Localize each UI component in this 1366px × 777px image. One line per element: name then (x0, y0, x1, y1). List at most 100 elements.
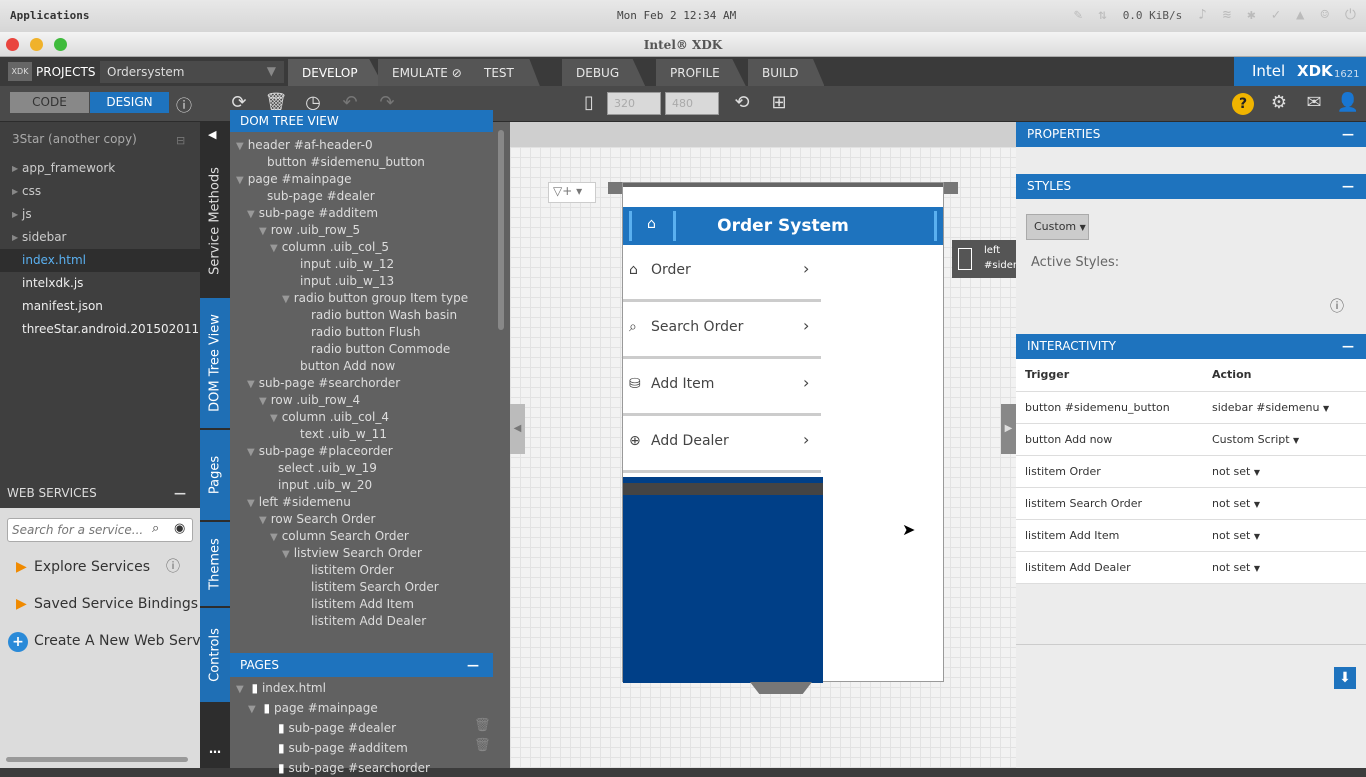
interactivity-header[interactable]: INTERACTIVITY — (1016, 334, 1366, 359)
action-select[interactable]: sidebar #sidemenu ▼ (1212, 392, 1329, 425)
clock[interactable]: Mon Feb 2 12:34 AM (617, 9, 736, 22)
collapse-minus-icon[interactable]: — (1342, 174, 1354, 199)
search-icon[interactable]: ⌕ (152, 521, 159, 536)
dom-node[interactable]: ▼ sub-page #searchorder (247, 375, 400, 392)
eye-icon[interactable]: ◉ (174, 521, 185, 536)
collapse-right-handle[interactable]: ▶ (1001, 404, 1016, 454)
collapse-icon[interactable]: ⊟ (176, 134, 185, 147)
tab-profile[interactable]: PROFILE (656, 59, 746, 86)
dom-node[interactable]: ▼ row Search Order (259, 511, 376, 528)
dom-node[interactable]: ▼ radio button group Item type (282, 290, 468, 307)
height-input[interactable]: 480 (665, 92, 719, 115)
device-icon[interactable]: ▯ (576, 92, 602, 113)
dom-tree-scrollbar[interactable] (498, 130, 504, 330)
bluetooth-icon[interactable]: ✱ (1247, 7, 1255, 23)
action-select[interactable]: not set ▼ (1212, 456, 1260, 489)
dom-node[interactable]: input .uib_w_13 (300, 273, 394, 290)
horizontal-scrollbar[interactable] (6, 757, 188, 762)
project-root[interactable]: 3Star (another copy) (12, 132, 137, 146)
action-select[interactable]: Custom Script ▼ (1212, 424, 1299, 457)
dom-node[interactable]: radio button Flush (311, 324, 421, 341)
applications-menu[interactable]: Applications (10, 9, 89, 22)
properties-header[interactable]: PROPERTIES — (1016, 122, 1366, 147)
width-input[interactable]: 320 (607, 92, 661, 115)
trash-icon[interactable]: 🗑 (474, 738, 491, 753)
action-select[interactable]: not set ▼ (1212, 520, 1260, 553)
dom-node[interactable]: sub-page #dealer (267, 188, 375, 205)
folder-item[interactable]: ▶ css (0, 180, 200, 203)
dom-node[interactable]: ▼ page #mainpage (236, 171, 352, 188)
tab-themes[interactable]: Themes (200, 522, 230, 606)
dom-node[interactable]: listitem Order (311, 562, 394, 579)
page-item[interactable]: ▼ ▮ page #mainpage (248, 700, 378, 717)
dom-node[interactable]: button Add now (300, 358, 395, 375)
dom-node[interactable]: ▼ listview Search Order (282, 545, 422, 562)
dom-node[interactable]: listitem Add Dealer (311, 613, 426, 630)
list-item-add-dealer[interactable]: ⊕ Add Dealer › (623, 416, 821, 473)
list-item-add-item[interactable]: ⛁ Add Item › (623, 359, 821, 416)
page-item[interactable]: ▮ sub-page #dealer (278, 720, 396, 737)
file-item-index[interactable]: index.html (0, 249, 200, 272)
dom-node[interactable]: ▼ row .uib_row_5 (259, 222, 360, 239)
dom-node[interactable]: ▼ sub-page #additem (247, 205, 378, 222)
dom-node[interactable]: radio button Wash basin (311, 307, 457, 324)
action-select[interactable]: not set ▼ (1212, 488, 1260, 521)
dom-node[interactable]: ▼ row .uib_row_4 (259, 392, 360, 409)
transfer-icon[interactable]: ⇅ (1098, 7, 1106, 23)
file-item[interactable]: manifest.json (0, 295, 200, 318)
folder-item[interactable]: ▶ js (0, 203, 200, 226)
dom-node[interactable]: ▼ column .uib_col_4 (270, 409, 389, 426)
attachment-icon[interactable]: ✎ (1074, 7, 1082, 23)
dom-node[interactable]: ▼ column Search Order (270, 528, 409, 545)
trash-icon[interactable]: 🗑 (474, 718, 491, 733)
info-icon[interactable]: ⓘ (166, 549, 180, 586)
dom-node[interactable]: listitem Add Item (311, 596, 414, 613)
action-select[interactable]: not set ▼ (1212, 552, 1260, 585)
page-item[interactable]: ▼ ▮ index.html (236, 680, 326, 697)
tab-debug[interactable]: DEBUG (562, 59, 646, 86)
folder-item[interactable]: ▶ sidebar (0, 226, 200, 249)
tab-dom-tree-view[interactable]: DOM Tree View (200, 298, 230, 428)
dom-node[interactable]: select .uib_w_19 (278, 460, 377, 477)
project-select[interactable]: Ordersystem ▼ (100, 61, 284, 83)
page-item[interactable]: ▮ sub-page #additem (278, 740, 408, 757)
ruler-icon[interactable]: ⊞ (766, 92, 792, 113)
dom-node[interactable]: text .uib_w_11 (300, 426, 387, 443)
resize-handle[interactable] (623, 483, 823, 495)
dom-node[interactable]: input .uib_w_12 (300, 256, 394, 273)
check-icon[interactable]: ✓ (1272, 7, 1280, 23)
dom-node[interactable]: ▼ left #sidemenu (247, 494, 351, 511)
add-control-button[interactable]: ▽+ ▾ (548, 182, 596, 203)
create-web-service[interactable]: + Create A New Web Service (0, 623, 200, 660)
design-button[interactable]: DESIGN (90, 92, 169, 113)
dom-node[interactable]: radio button Commode (311, 341, 450, 358)
styles-header[interactable]: STYLES — (1016, 174, 1366, 199)
projects-button[interactable]: PROJECTS (36, 65, 95, 79)
collapse-minus-icon[interactable]: — (174, 478, 186, 508)
page-item[interactable]: ▮ sub-page #searchorder (278, 760, 430, 777)
notification-icon[interactable]: ▲ (1296, 7, 1304, 23)
account-icon[interactable]: 👤 (1335, 92, 1361, 113)
device-bottom-handle[interactable] (750, 682, 812, 694)
dom-node[interactable]: input .uib_w_20 (278, 477, 372, 494)
saved-service-bindings[interactable]: ▶ Saved Service Bindings (0, 586, 200, 623)
collapse-left-handle[interactable]: ◀ (510, 404, 525, 454)
collapse-minus-icon[interactable]: — (1342, 122, 1354, 147)
volume-icon[interactable]: ♪ (1198, 7, 1206, 23)
download-icon[interactable]: ⬇ (1334, 667, 1356, 689)
twitter-icon[interactable]: ✉ (1301, 92, 1327, 113)
info-icon[interactable]: ⓘ (1330, 296, 1344, 316)
collapse-left-icon[interactable]: ◀ (208, 128, 216, 141)
power-icon[interactable]: ⏻ (1345, 7, 1356, 23)
folder-item[interactable]: ▶ app_framework (0, 157, 200, 180)
info-icon[interactable]: ⓘ (171, 92, 197, 116)
dom-node[interactable]: ▼ sub-page #placeorder (247, 443, 393, 460)
rotate-icon[interactable]: ⟲ (729, 92, 755, 113)
list-item-search-order[interactable]: ⌕ Search Order › (623, 302, 821, 359)
dom-node[interactable]: ▼ column .uib_col_5 (270, 239, 389, 256)
gear-icon[interactable]: ⚙ (1266, 92, 1292, 113)
help-icon[interactable]: ? (1232, 93, 1254, 115)
tab-develop[interactable]: DEVELOP (288, 59, 384, 86)
custom-style-button[interactable]: Custom ▼ (1026, 214, 1089, 240)
user-icon[interactable]: ☺ (1320, 7, 1328, 23)
